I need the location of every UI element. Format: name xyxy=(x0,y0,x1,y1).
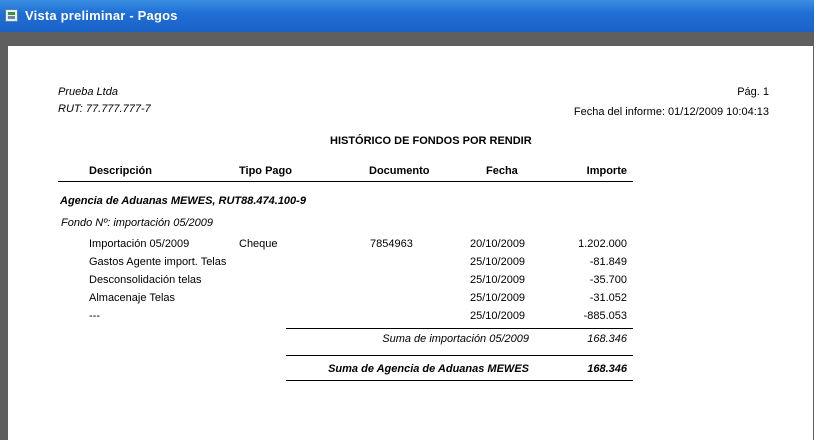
subtotal-value: 168.346 xyxy=(587,333,627,345)
cell-fecha: 20/10/2009 xyxy=(470,238,526,250)
cell-descripcion: Importación 05/2009 xyxy=(89,238,190,250)
column-header-documento: Documento xyxy=(369,165,430,177)
cell-fecha: 25/10/2009 xyxy=(470,256,526,268)
total-rule-bottom xyxy=(286,380,633,381)
column-header-fecha: Fecha xyxy=(486,165,518,177)
column-header-tipo-pago: Tipo Pago xyxy=(239,165,292,177)
cell-importe: -81.849 xyxy=(589,256,627,268)
cell-importe: -31.052 xyxy=(589,292,627,304)
total-label: Suma de Agencia de Aduanas MEWES xyxy=(328,363,529,375)
total-value: 168.346 xyxy=(587,363,627,375)
print-preview-window: Vista preliminar - Pagos Prueba Ltda RUT… xyxy=(0,0,814,440)
cell-descripcion: Almacenaje Telas xyxy=(89,292,176,304)
cell-documento: 7854963 xyxy=(370,238,413,250)
subgroup-title: Fondo Nº: importación 05/2009 xyxy=(61,217,213,229)
column-header-descripcion: Descripción xyxy=(89,165,152,177)
cell-descripcion: --- xyxy=(89,310,100,322)
cell-tipo-pago: Cheque xyxy=(239,238,278,250)
company-name: Prueba Ltda xyxy=(58,86,118,98)
app-icon xyxy=(5,9,18,22)
cell-fecha: 25/10/2009 xyxy=(470,274,526,286)
cell-descripcion: Desconsolidación telas xyxy=(89,274,202,286)
page-number: Pág. 1 xyxy=(737,86,769,98)
cell-importe: 1.202.000 xyxy=(578,238,627,250)
group-title: Agencia de Aduanas MEWES, RUT88.474.100-… xyxy=(60,195,306,207)
header-rule xyxy=(58,181,633,182)
cell-fecha: 25/10/2009 xyxy=(470,310,526,322)
total-rule-top xyxy=(286,355,633,356)
subtotal-rule xyxy=(286,328,633,329)
cell-fecha: 25/10/2009 xyxy=(470,292,526,304)
report-title: HISTÓRICO DE FONDOS POR RENDIR xyxy=(330,135,532,147)
cell-importe: -35.700 xyxy=(589,274,627,286)
title-bar[interactable]: Vista preliminar - Pagos xyxy=(0,0,814,32)
report-page: Prueba Ltda RUT: 77.777.777-7 Pág. 1 Fec… xyxy=(8,46,813,440)
subtotal-label: Suma de importación 05/2009 xyxy=(382,333,529,345)
window-title: Vista preliminar - Pagos xyxy=(25,8,178,23)
cell-importe: -885.053 xyxy=(583,310,627,322)
report-date: Fecha del informe: 01/12/2009 10:04:13 xyxy=(573,106,769,118)
cell-descripcion: Gastos Agente import. Telas xyxy=(89,256,227,268)
company-rut: RUT: 77.777.777-7 xyxy=(58,103,151,115)
column-header-importe: Importe xyxy=(586,165,627,177)
